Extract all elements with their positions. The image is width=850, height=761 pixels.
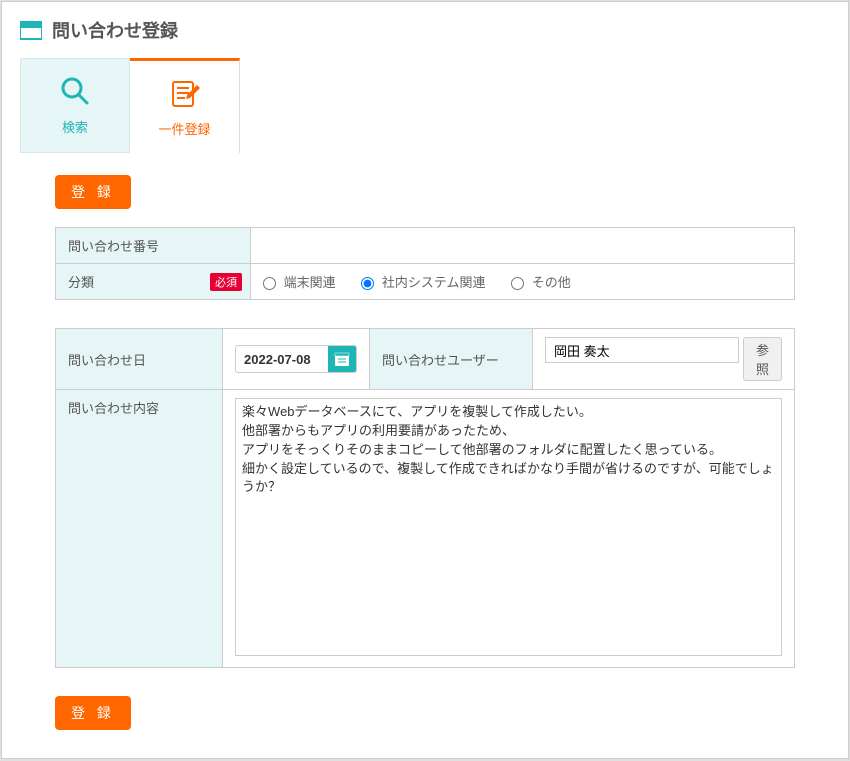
register-button-top[interactable]: 登 録 (55, 175, 131, 209)
required-badge: 必須 (210, 273, 242, 291)
category-radio-group: 端末関連 社内システム関連 その他 (263, 275, 593, 290)
inquiry-content-textarea[interactable] (235, 398, 782, 656)
form-table-2: 問い合わせ日 2022-07-08 (55, 328, 795, 668)
label-inquiry-user: 問い合わせユーザー (370, 329, 533, 390)
label-inquiry-content: 問い合わせ内容 (56, 390, 223, 668)
form-table-1: 問い合わせ番号 分類 必須 端末関連 (55, 227, 795, 300)
tabs: 検索 一件登録 (20, 58, 830, 153)
search-icon (59, 75, 91, 107)
radio-other[interactable]: その他 (511, 275, 571, 290)
window-icon (20, 19, 42, 41)
register-button-bottom[interactable]: 登 録 (55, 696, 131, 730)
reference-button[interactable]: 参照 (743, 337, 782, 381)
tab-search[interactable]: 検索 (20, 58, 130, 153)
radio-other-input[interactable] (511, 277, 524, 290)
radio-internal[interactable]: 社内システム関連 (361, 275, 489, 290)
calendar-icon[interactable] (328, 345, 356, 373)
inquiry-user-input[interactable] (545, 337, 739, 363)
radio-terminal-input[interactable] (263, 277, 276, 290)
date-input[interactable]: 2022-07-08 (235, 345, 357, 373)
radio-internal-input[interactable] (361, 277, 374, 290)
page-header: 問い合わせ登録 (20, 17, 830, 43)
radio-terminal[interactable]: 端末関連 (263, 275, 339, 290)
tab-search-label: 検索 (62, 117, 88, 136)
tab-register[interactable]: 一件登録 (130, 58, 240, 153)
tab-register-label: 一件登録 (158, 119, 210, 138)
page-title: 問い合わせ登録 (52, 17, 178, 43)
label-inquiry-number: 問い合わせ番号 (56, 228, 251, 264)
value-inquiry-number (251, 228, 795, 264)
edit-icon (169, 77, 201, 109)
date-value: 2022-07-08 (236, 352, 328, 367)
label-category: 分類 必須 (56, 264, 251, 300)
label-inquiry-date: 問い合わせ日 (56, 329, 223, 390)
